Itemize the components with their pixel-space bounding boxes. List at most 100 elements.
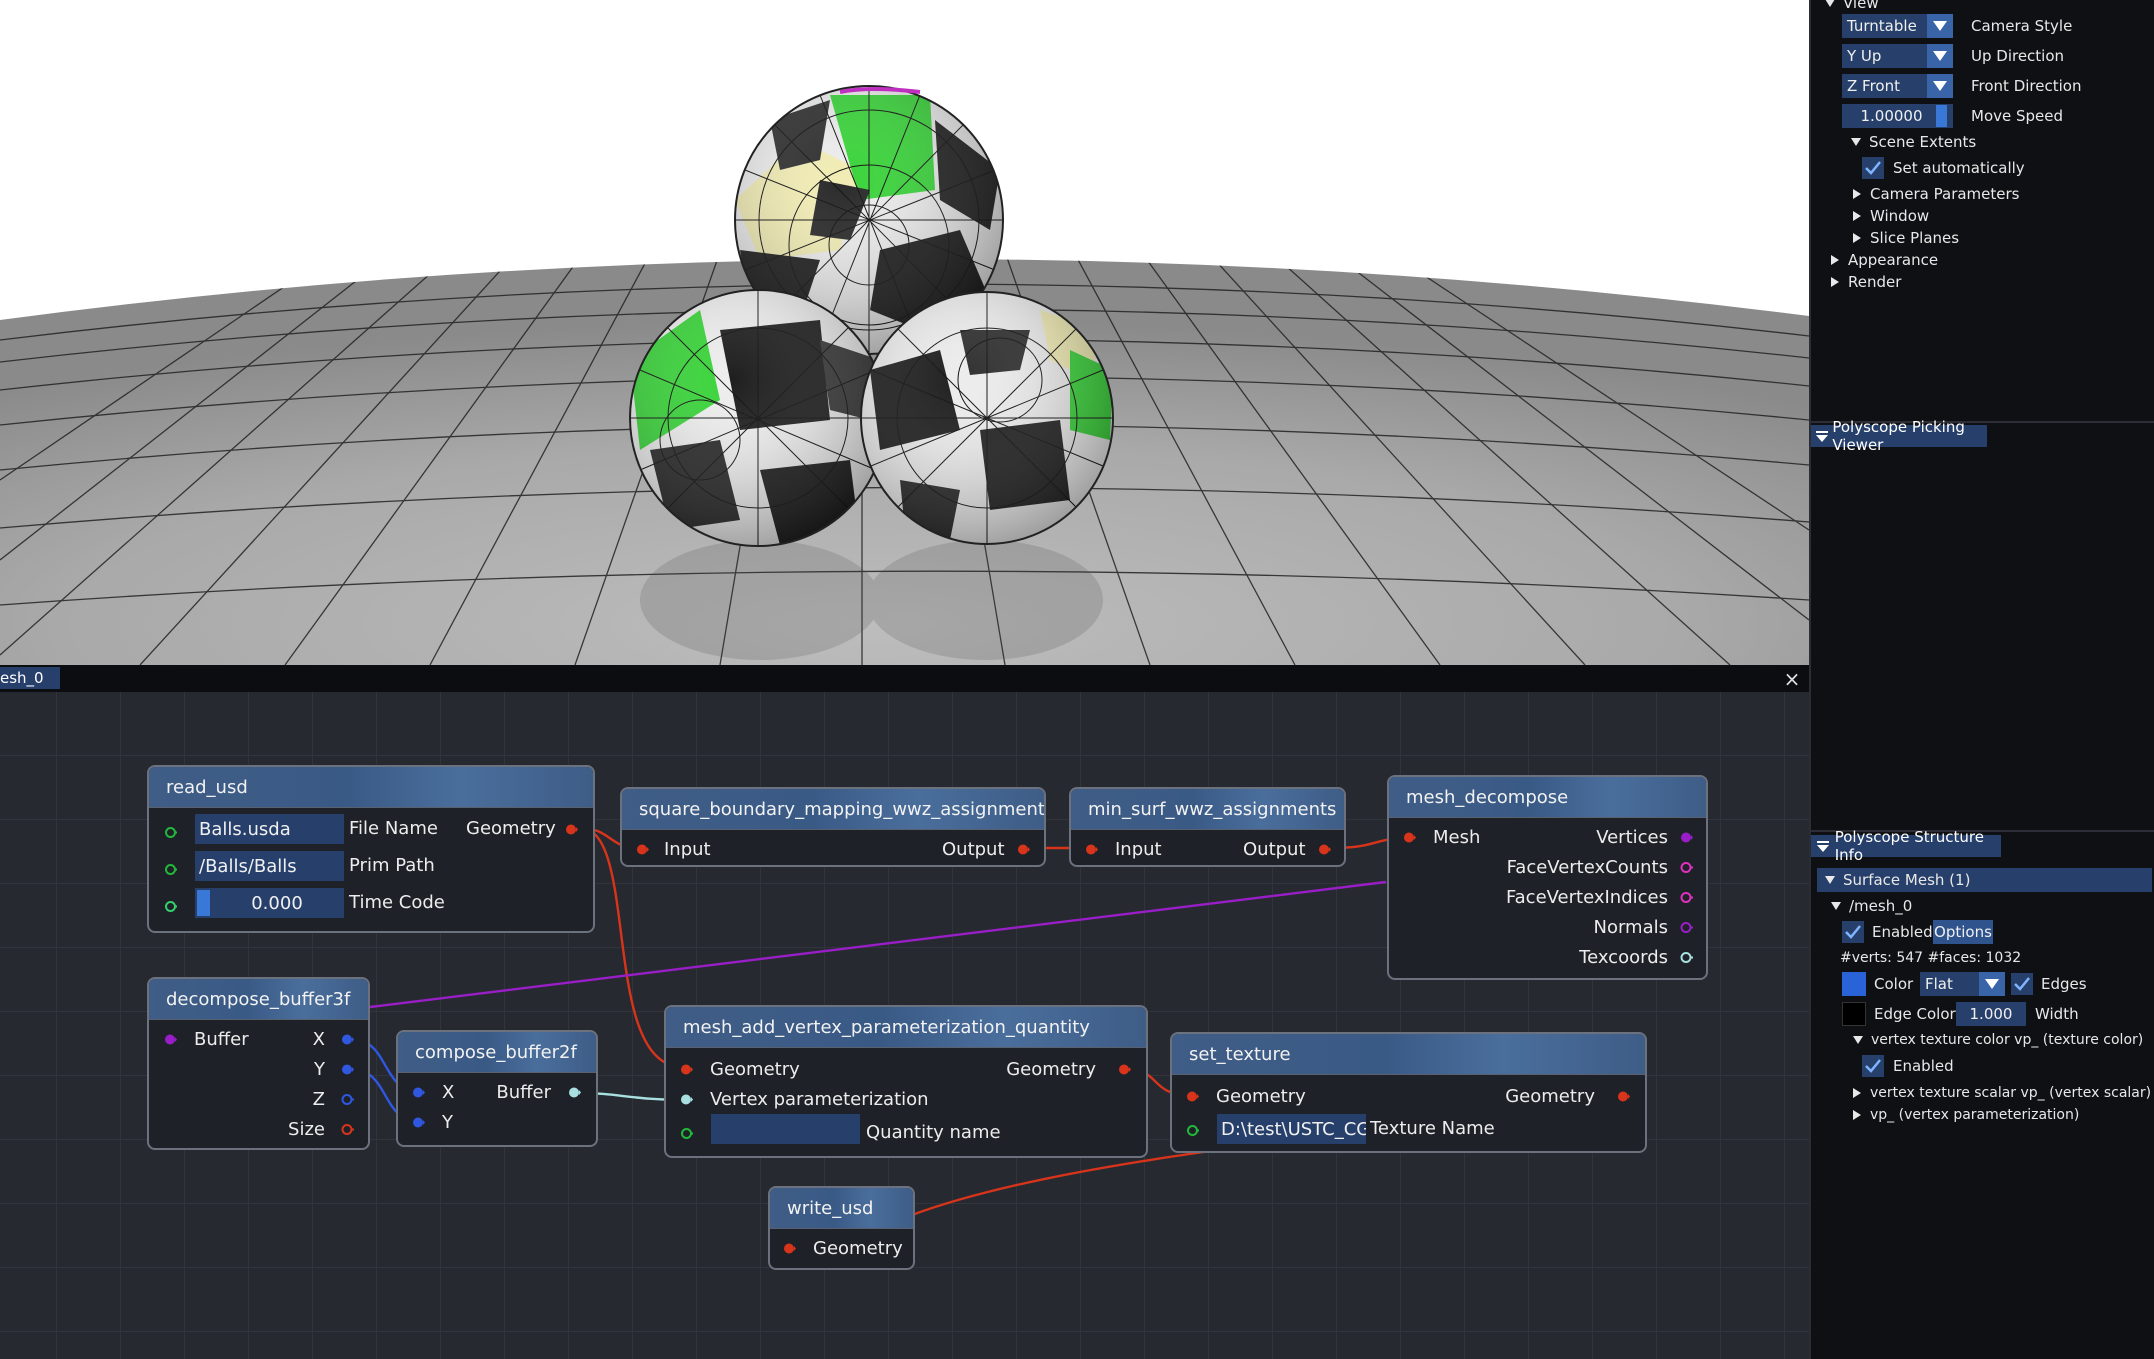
geometry-pin-icon[interactable] <box>1186 1090 1199 1103</box>
collapse-panel-icon[interactable] <box>1811 431 1832 442</box>
edges-checkbox[interactable] <box>2011 973 2033 995</box>
edge-width-slider[interactable]: 1.000 <box>1956 1002 2026 1026</box>
node-title[interactable]: min_surf_wwz_assignments <box>1071 789 1344 830</box>
float-buffer-pin-icon[interactable] <box>341 1033 354 1046</box>
dropdown-arrow-icon <box>1927 74 1953 98</box>
slider-grab[interactable] <box>1936 105 1947 127</box>
string-pin-icon[interactable] <box>680 1127 693 1140</box>
quantity-name-input[interactable] <box>711 1114 860 1144</box>
prim-path-input[interactable]: /Balls/Balls <box>195 851 344 881</box>
float2-buffer-pin-icon[interactable] <box>680 1093 693 1106</box>
collapse-arrow-icon <box>1825 0 1835 7</box>
string-pin-icon[interactable] <box>164 863 177 876</box>
quantity-vertex-param-header[interactable]: vp_ (vertex parameterization) <box>1853 1104 2079 1126</box>
mesh-item-header[interactable]: /mesh_0 <box>1831 895 1912 917</box>
structure-info-title[interactable]: Polyscope Structure Info <box>1811 828 2001 864</box>
time-code-slider[interactable]: 0.000 <box>195 888 344 918</box>
mesh-enabled-checkbox[interactable] <box>1842 921 1864 943</box>
node-mesh-add-vertex-parameterization[interactable]: mesh_add_vertex_parameterization_quantit… <box>664 1005 1148 1158</box>
up-direction-select[interactable]: Y Up <box>1842 44 1953 68</box>
picking-viewer-title[interactable]: Polyscope Picking Viewer <box>1811 418 1987 454</box>
node-min-surf[interactable]: min_surf_wwz_assignments Input Output <box>1069 787 1346 867</box>
mesh-stats: #verts: 547 #faces: 1032 <box>1840 950 2022 966</box>
node-mesh-decompose[interactable]: mesh_decompose Mesh Vertices FaceVertexC… <box>1387 775 1708 980</box>
buffer-pin-icon[interactable] <box>1680 921 1693 934</box>
geometry-pin-icon[interactable] <box>1318 843 1331 856</box>
geometry-pin-icon[interactable] <box>636 843 649 856</box>
slice-planes-header[interactable]: Slice Planes <box>1853 227 1959 249</box>
camera-parameters-header[interactable]: Camera Parameters <box>1853 183 2020 205</box>
x-input-label: X <box>442 1082 455 1103</box>
node-decompose-buffer3f[interactable]: decompose_buffer3f Buffer X Y Z Size <box>147 977 370 1150</box>
float-buffer-pin-icon[interactable] <box>341 1063 354 1076</box>
float2-buffer-pin-icon[interactable] <box>1680 951 1693 964</box>
scene-extents-header[interactable]: Scene Extents <box>1851 131 1976 153</box>
slider-grab[interactable] <box>197 890 210 916</box>
options-button[interactable]: Options <box>1933 920 1993 944</box>
node-title[interactable]: square_boundary_mapping_wwz_assignments <box>622 789 1044 830</box>
node-set-texture[interactable]: set_texture Geometry D:\test\USTC_CG Tex… <box>1170 1032 1647 1153</box>
node-read-usd[interactable]: read_usd Balls.usda File Name /Balls/Bal… <box>147 765 595 933</box>
scene-render[interactable] <box>0 0 1809 665</box>
float2-buffer-pin-icon[interactable] <box>568 1086 581 1099</box>
float-pin-icon[interactable] <box>164 900 177 913</box>
node-editor[interactable]: esh_0 × read_usd Balls.usda File Name /B… <box>0 665 1809 1359</box>
mesh-enabled-label: Enabled <box>1872 923 1933 941</box>
node-title[interactable]: mesh_add_vertex_parameterization_quantit… <box>666 1007 1146 1048</box>
string-pin-icon[interactable] <box>164 826 177 839</box>
float-buffer-pin-icon[interactable] <box>341 1093 354 1106</box>
appearance-header[interactable]: Appearance <box>1831 249 1938 271</box>
node-write-usd[interactable]: write_usd Geometry <box>768 1186 915 1270</box>
front-direction-select[interactable]: Z Front <box>1842 74 1953 98</box>
buffer-pin-icon[interactable] <box>164 1033 177 1046</box>
collapse-panel-icon[interactable] <box>1811 841 1835 852</box>
render-header[interactable]: Render <box>1831 271 1901 293</box>
set-automatically-checkbox[interactable] <box>1862 157 1884 179</box>
view-header[interactable]: View <box>1825 0 1879 14</box>
surface-mesh-header[interactable]: Surface Mesh (1) <box>1817 868 2152 892</box>
node-title[interactable]: write_usd <box>770 1188 913 1229</box>
geometry-input-label: Geometry <box>1216 1086 1306 1107</box>
geometry-pin-icon[interactable] <box>783 1242 796 1255</box>
int-pin-icon[interactable] <box>341 1123 354 1136</box>
geometry-pin-icon[interactable] <box>680 1063 693 1076</box>
int-buffer-pin-icon[interactable] <box>1680 891 1693 904</box>
quantity-texture-scalar-header[interactable]: vertex texture scalar vp_ (vertex scalar… <box>1853 1082 2151 1104</box>
set-automatically-label: Set automatically <box>1893 159 2025 177</box>
edge-color-swatch[interactable] <box>1842 1002 1866 1026</box>
file-name-input[interactable]: Balls.usda <box>195 814 344 844</box>
mesh-input-label: Mesh <box>1433 827 1481 848</box>
move-speed-slider[interactable]: 1.00000 <box>1842 104 1953 128</box>
geometry-pin-icon[interactable] <box>1617 1090 1630 1103</box>
geometry-pin-icon[interactable] <box>565 823 578 836</box>
window-header[interactable]: Window <box>1853 205 1929 227</box>
right-panel: View Turntable Camera Style Y Up Up Dire… <box>1809 0 2154 1359</box>
checkmark-icon <box>2014 977 2030 991</box>
node-title[interactable]: compose_buffer2f <box>398 1032 596 1073</box>
geometry-output-label: Geometry <box>1006 1059 1096 1080</box>
geometry-pin-icon[interactable] <box>1118 1063 1131 1076</box>
float-buffer-pin-icon[interactable] <box>412 1116 425 1129</box>
geometry-pin-icon[interactable] <box>1017 843 1030 856</box>
node-square-boundary-mapping[interactable]: square_boundary_mapping_wwz_assignments … <box>620 787 1046 867</box>
quantity-enabled-checkbox[interactable] <box>1862 1055 1884 1077</box>
geometry-pin-icon[interactable] <box>1403 831 1416 844</box>
buffer-pin-icon[interactable] <box>1680 831 1693 844</box>
prim-path-label: Prim Path <box>349 855 435 876</box>
geometry-pin-icon[interactable] <box>1085 843 1098 856</box>
quantity-texture-color-header[interactable]: vertex texture color vp_ (texture color) <box>1853 1029 2143 1051</box>
shade-style-select[interactable]: Flat <box>1920 972 2005 996</box>
int-buffer-pin-icon[interactable] <box>1680 861 1693 874</box>
node-compose-buffer2f[interactable]: compose_buffer2f X Y Buffer <box>396 1030 598 1147</box>
node-title[interactable]: decompose_buffer3f <box>149 979 368 1020</box>
node-title[interactable]: read_usd <box>149 767 593 808</box>
mesh-color-swatch[interactable] <box>1842 972 1866 996</box>
3d-viewport[interactable] <box>0 0 1809 665</box>
float-buffer-pin-icon[interactable] <box>412 1086 425 1099</box>
node-title[interactable]: set_texture <box>1172 1034 1645 1075</box>
sphere-mesh-right <box>861 292 1113 544</box>
node-title[interactable]: mesh_decompose <box>1389 777 1706 818</box>
camera-style-select[interactable]: Turntable <box>1842 14 1953 38</box>
string-pin-icon[interactable] <box>1186 1124 1199 1137</box>
texture-name-input[interactable]: D:\test\USTC_CG <box>1217 1114 1366 1144</box>
